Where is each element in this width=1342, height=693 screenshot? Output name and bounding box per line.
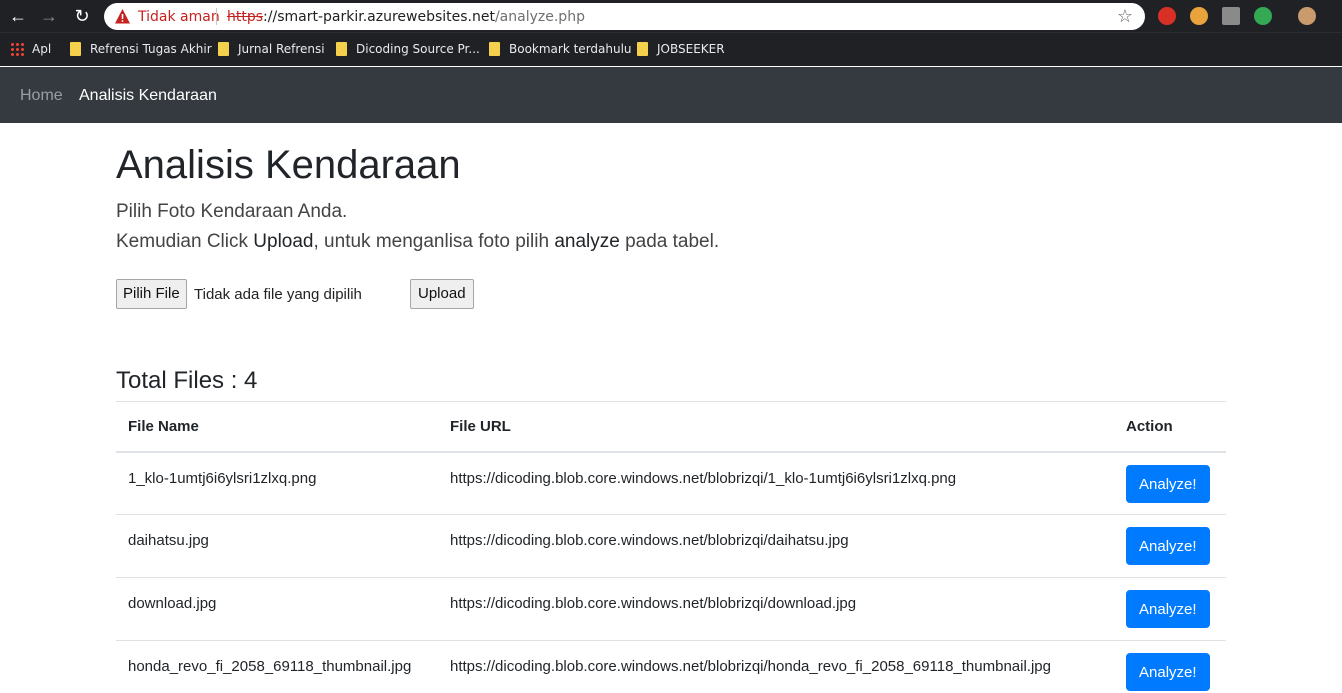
- column-header-file-name: File Name: [128, 417, 199, 435]
- file-status-text: Tidak ada file yang dipilih: [194, 286, 362, 303]
- extension-adblock-icon[interactable]: [1158, 7, 1176, 25]
- nav-home-link[interactable]: Home: [20, 87, 63, 105]
- bookmark-terdahulu[interactable]: Bookmark terdahulu: [489, 41, 632, 59]
- file-url-cell: https://dicoding.blob.core.windows.net/b…: [450, 532, 849, 549]
- bookmark-apps[interactable]: Apl: [10, 41, 51, 59]
- address-bar[interactable]: Tidak aman https://smart-parkir.azureweb…: [104, 3, 1145, 30]
- lead-line-2: Kemudian Click Upload, untuk menganlisa …: [116, 231, 720, 252]
- file-name-cell: daihatsu.jpg: [128, 532, 209, 549]
- bookmark-refrensi-tugas-akhir[interactable]: Refrensi Tugas Akhir: [70, 41, 212, 59]
- action-cell: Analyze!: [1114, 641, 1226, 693]
- analyze-button[interactable]: Analyze!: [1126, 527, 1210, 565]
- file-url-cell: https://dicoding.blob.core.windows.net/b…: [450, 595, 857, 612]
- total-files-heading: Total Files : 4: [116, 367, 258, 394]
- action-cell: Analyze!: [1114, 515, 1226, 578]
- table-row: 1_klo-1umtj6i6ylsri1zlxq.png https://dic…: [116, 452, 1226, 515]
- analyze-button[interactable]: Analyze!: [1126, 653, 1210, 691]
- extension-m-icon[interactable]: [1222, 7, 1240, 25]
- browser-toolbar: ← → ↻ Tidak aman https://smart-parkir.az…: [0, 0, 1342, 32]
- apps-grid-icon: [10, 42, 24, 56]
- bookmark-jurnal-refrensi[interactable]: Jurnal Refrensi: [218, 41, 325, 59]
- page-title: Analisis Kendaraan: [116, 143, 461, 187]
- warning-icon: [115, 9, 130, 24]
- back-arrow-icon[interactable]: ←: [7, 5, 29, 27]
- table-row: honda_revo_fi_2058_69118_thumbnail.jpg h…: [116, 641, 1226, 693]
- column-header-action: Action: [1126, 417, 1173, 435]
- table-row: download.jpg https://dicoding.blob.core.…: [116, 578, 1226, 641]
- file-url-cell: https://dicoding.blob.core.windows.net/b…: [450, 658, 1051, 675]
- extension-leaf-icon[interactable]: [1254, 7, 1272, 25]
- lead-analyze-word: analyze: [554, 231, 620, 252]
- table-header-row: File Name File URL Action: [116, 401, 1226, 452]
- extension-owl-icon[interactable]: [1190, 7, 1208, 25]
- upload-button[interactable]: Upload: [410, 279, 474, 309]
- forward-arrow-icon[interactable]: →: [38, 5, 60, 27]
- action-cell: Analyze!: [1114, 578, 1226, 641]
- reload-icon[interactable]: ↻: [71, 5, 93, 27]
- bookmark-jobseeker[interactable]: JOBSEEKER: [637, 41, 725, 59]
- table-row: daihatsu.jpg https://dicoding.blob.core.…: [116, 515, 1226, 578]
- url-scheme: https: [227, 9, 264, 25]
- file-name-cell: 1_klo-1umtj6i6ylsri1zlxq.png: [128, 469, 317, 487]
- address-separator: [216, 8, 217, 25]
- folder-icon: [489, 42, 500, 56]
- lead-line-1: Pilih Foto Kendaraan Anda.: [116, 201, 348, 222]
- folder-icon: [637, 42, 648, 56]
- nav-analisis-link[interactable]: Analisis Kendaraan: [79, 87, 217, 105]
- file-name-cell: download.jpg: [128, 595, 217, 612]
- bookmark-dicoding[interactable]: Dicoding Source Pr...: [336, 41, 480, 59]
- site-navbar: Home Analisis Kendaraan: [0, 67, 1342, 123]
- url-text[interactable]: https://smart-parkir.azurewebsites.net/a…: [227, 9, 585, 25]
- folder-icon: [336, 42, 347, 56]
- folder-icon: [218, 42, 229, 56]
- files-table: File Name File URL Action 1_klo-1umtj6i6…: [116, 401, 1226, 693]
- bookmarks-bar: Apl Refrensi Tugas Akhir Jurnal Refrensi…: [0, 32, 1342, 66]
- analyze-button[interactable]: Analyze!: [1126, 464, 1210, 503]
- profile-avatar[interactable]: [1298, 7, 1316, 25]
- folder-icon: [70, 42, 81, 56]
- security-label[interactable]: Tidak aman: [138, 9, 220, 25]
- analyze-button[interactable]: Analyze!: [1126, 590, 1210, 628]
- file-url-cell: https://dicoding.blob.core.windows.net/b…: [450, 469, 957, 487]
- url-path: /analyze.php: [494, 9, 585, 25]
- action-cell: Analyze!: [1114, 452, 1226, 515]
- bookmark-star-icon[interactable]: ☆: [1115, 6, 1135, 26]
- file-name-cell: honda_revo_fi_2058_69118_thumbnail.jpg: [128, 658, 412, 675]
- lead-upload-word: Upload: [253, 231, 314, 252]
- url-host: ://smart-parkir.azurewebsites.net: [263, 9, 495, 25]
- column-header-file-url: File URL: [450, 417, 511, 435]
- choose-file-button[interactable]: Pilih File: [116, 279, 187, 309]
